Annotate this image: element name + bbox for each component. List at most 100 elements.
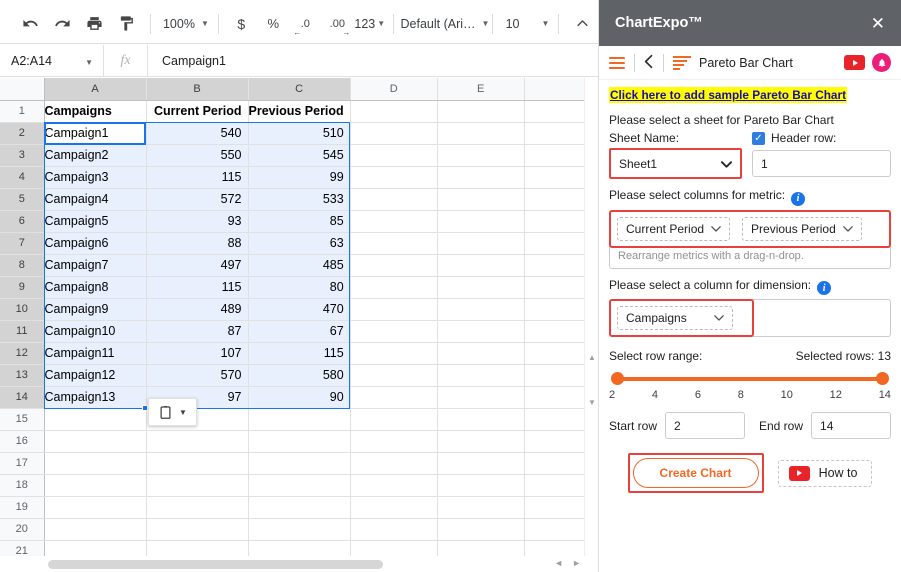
grid-cell[interactable] [524, 320, 585, 343]
grid-cell[interactable]: Campaign4 [44, 188, 147, 211]
grid-cell[interactable] [524, 144, 585, 167]
grid-cell[interactable]: Campaign5 [44, 210, 147, 233]
grid-cell[interactable] [437, 210, 525, 233]
sample-chart-link[interactable]: Click here to add sample Pareto Bar Char… [609, 87, 848, 103]
font-selector[interactable]: Default (Ari… ▼ [401, 10, 490, 38]
grid-cell[interactable]: 87 [146, 320, 249, 343]
grid-cell[interactable] [146, 452, 249, 475]
grid-cell[interactable] [350, 452, 438, 475]
column-header-f[interactable] [524, 78, 585, 101]
grid-cell[interactable] [248, 496, 351, 519]
how-to-button[interactable]: How to [777, 459, 873, 487]
chevron-down-icon[interactable]: ▼ [179, 408, 187, 417]
slider-handle-end[interactable] [876, 372, 889, 385]
info-icon[interactable]: i [817, 281, 832, 295]
header-row-toggle[interactable]: ✓ Header row: [752, 131, 836, 145]
grid-cell[interactable] [524, 518, 585, 541]
row-header[interactable]: 10 [0, 298, 45, 321]
header-row-checkbox[interactable]: ✓ [752, 131, 765, 145]
column-header-c[interactable]: C [248, 78, 351, 101]
grid-cell[interactable] [248, 430, 351, 453]
column-header-a[interactable]: A [44, 78, 147, 101]
grid-cell[interactable] [524, 430, 585, 453]
end-row-input[interactable]: 14 [811, 412, 891, 439]
grid-cell[interactable] [146, 496, 249, 519]
grid-cell[interactable] [437, 518, 525, 541]
grid-cell[interactable]: 85 [248, 210, 351, 233]
grid-cell[interactable] [437, 100, 525, 123]
column-header-b[interactable]: B [146, 78, 249, 101]
undo-icon[interactable] [17, 10, 45, 38]
grid-cell[interactable]: 470 [248, 298, 351, 321]
grid-cell[interactable]: 115 [248, 342, 351, 365]
grid-cell[interactable]: 485 [248, 254, 351, 277]
grid-cell[interactable]: Campaigns [44, 100, 147, 123]
column-header-e[interactable]: E [437, 78, 525, 101]
grid-cell[interactable] [437, 254, 525, 277]
grid-cell[interactable]: 510 [248, 122, 351, 145]
row-header[interactable]: 2 [0, 122, 45, 145]
grid-cell[interactable]: Campaign11 [44, 342, 147, 365]
grid-cell[interactable] [44, 408, 147, 431]
vertical-scrollbar[interactable]: ▲ ▼ [584, 78, 598, 572]
grid-cell[interactable] [524, 166, 585, 189]
grid-cell[interactable] [437, 232, 525, 255]
grid-cell[interactable]: Current Period [146, 100, 249, 123]
grid-cell[interactable] [524, 100, 585, 123]
chevron-left-icon[interactable] [644, 54, 654, 72]
grid-cell[interactable]: Campaign13 [44, 386, 147, 409]
grid-cell[interactable] [350, 518, 438, 541]
grid-cell[interactable] [437, 166, 525, 189]
grid-cell[interactable] [44, 430, 147, 453]
grid-cell[interactable] [437, 144, 525, 167]
grid-cell[interactable] [44, 452, 147, 475]
grid-cell[interactable]: Campaign1 [44, 122, 147, 145]
grid-cell[interactable]: 545 [248, 144, 351, 167]
row-header[interactable]: 11 [0, 320, 45, 343]
grid-cell[interactable]: 572 [146, 188, 249, 211]
grid-cell[interactable]: 107 [146, 342, 249, 365]
grid-cell[interactable]: 90 [248, 386, 351, 409]
grid-cell[interactable]: Campaign8 [44, 276, 147, 299]
grid-cell[interactable] [350, 408, 438, 431]
grid-cell[interactable]: 63 [248, 232, 351, 255]
grid-cell[interactable] [44, 474, 147, 497]
grid-cell[interactable] [248, 474, 351, 497]
paste-options-popup[interactable]: ▼ [148, 398, 197, 426]
grid-cell[interactable] [437, 320, 525, 343]
grid-cell[interactable]: 550 [146, 144, 249, 167]
grid-cell[interactable]: 570 [146, 364, 249, 387]
grid-cell[interactable] [350, 254, 438, 277]
grid-cell[interactable] [44, 518, 147, 541]
scroll-down-icon[interactable]: ▼ [588, 398, 596, 407]
grid-cell[interactable] [350, 474, 438, 497]
grid-cell[interactable]: 540 [146, 122, 249, 145]
grid-cell[interactable]: Campaign6 [44, 232, 147, 255]
grid-cell[interactable] [437, 474, 525, 497]
spreadsheet-grid[interactable]: A B C D E 1 Campaigns Current Period Previo… [0, 78, 598, 572]
horizontal-scroll-thumb[interactable] [48, 560, 383, 569]
grid-cell[interactable] [524, 386, 585, 409]
grid-cell[interactable] [350, 188, 438, 211]
grid-cell[interactable] [437, 452, 525, 475]
grid-cell[interactable] [350, 144, 438, 167]
grid-cell[interactable] [437, 188, 525, 211]
row-header[interactable]: 18 [0, 474, 45, 497]
grid-cell[interactable] [524, 298, 585, 321]
grid-cell[interactable] [350, 342, 438, 365]
grid-cell[interactable] [350, 386, 438, 409]
grid-cell[interactable] [524, 342, 585, 365]
horizontal-scroll-arrows[interactable]: ◄► [554, 558, 590, 568]
select-all-corner[interactable] [0, 78, 45, 101]
grid-cell[interactable]: 115 [146, 166, 249, 189]
row-range-slider[interactable] [611, 372, 889, 386]
row-header[interactable]: 20 [0, 518, 45, 541]
grid-cell[interactable]: 533 [248, 188, 351, 211]
zoom-selector[interactable]: 100% ▼ [159, 10, 209, 38]
grid-cell[interactable]: Campaign7 [44, 254, 147, 277]
grid-cell[interactable] [146, 430, 249, 453]
name-box[interactable]: A2:A14 ▼ [0, 44, 104, 77]
grid-cell[interactable] [248, 518, 351, 541]
row-header[interactable]: 17 [0, 452, 45, 475]
scroll-up-icon[interactable]: ▲ [588, 353, 596, 362]
